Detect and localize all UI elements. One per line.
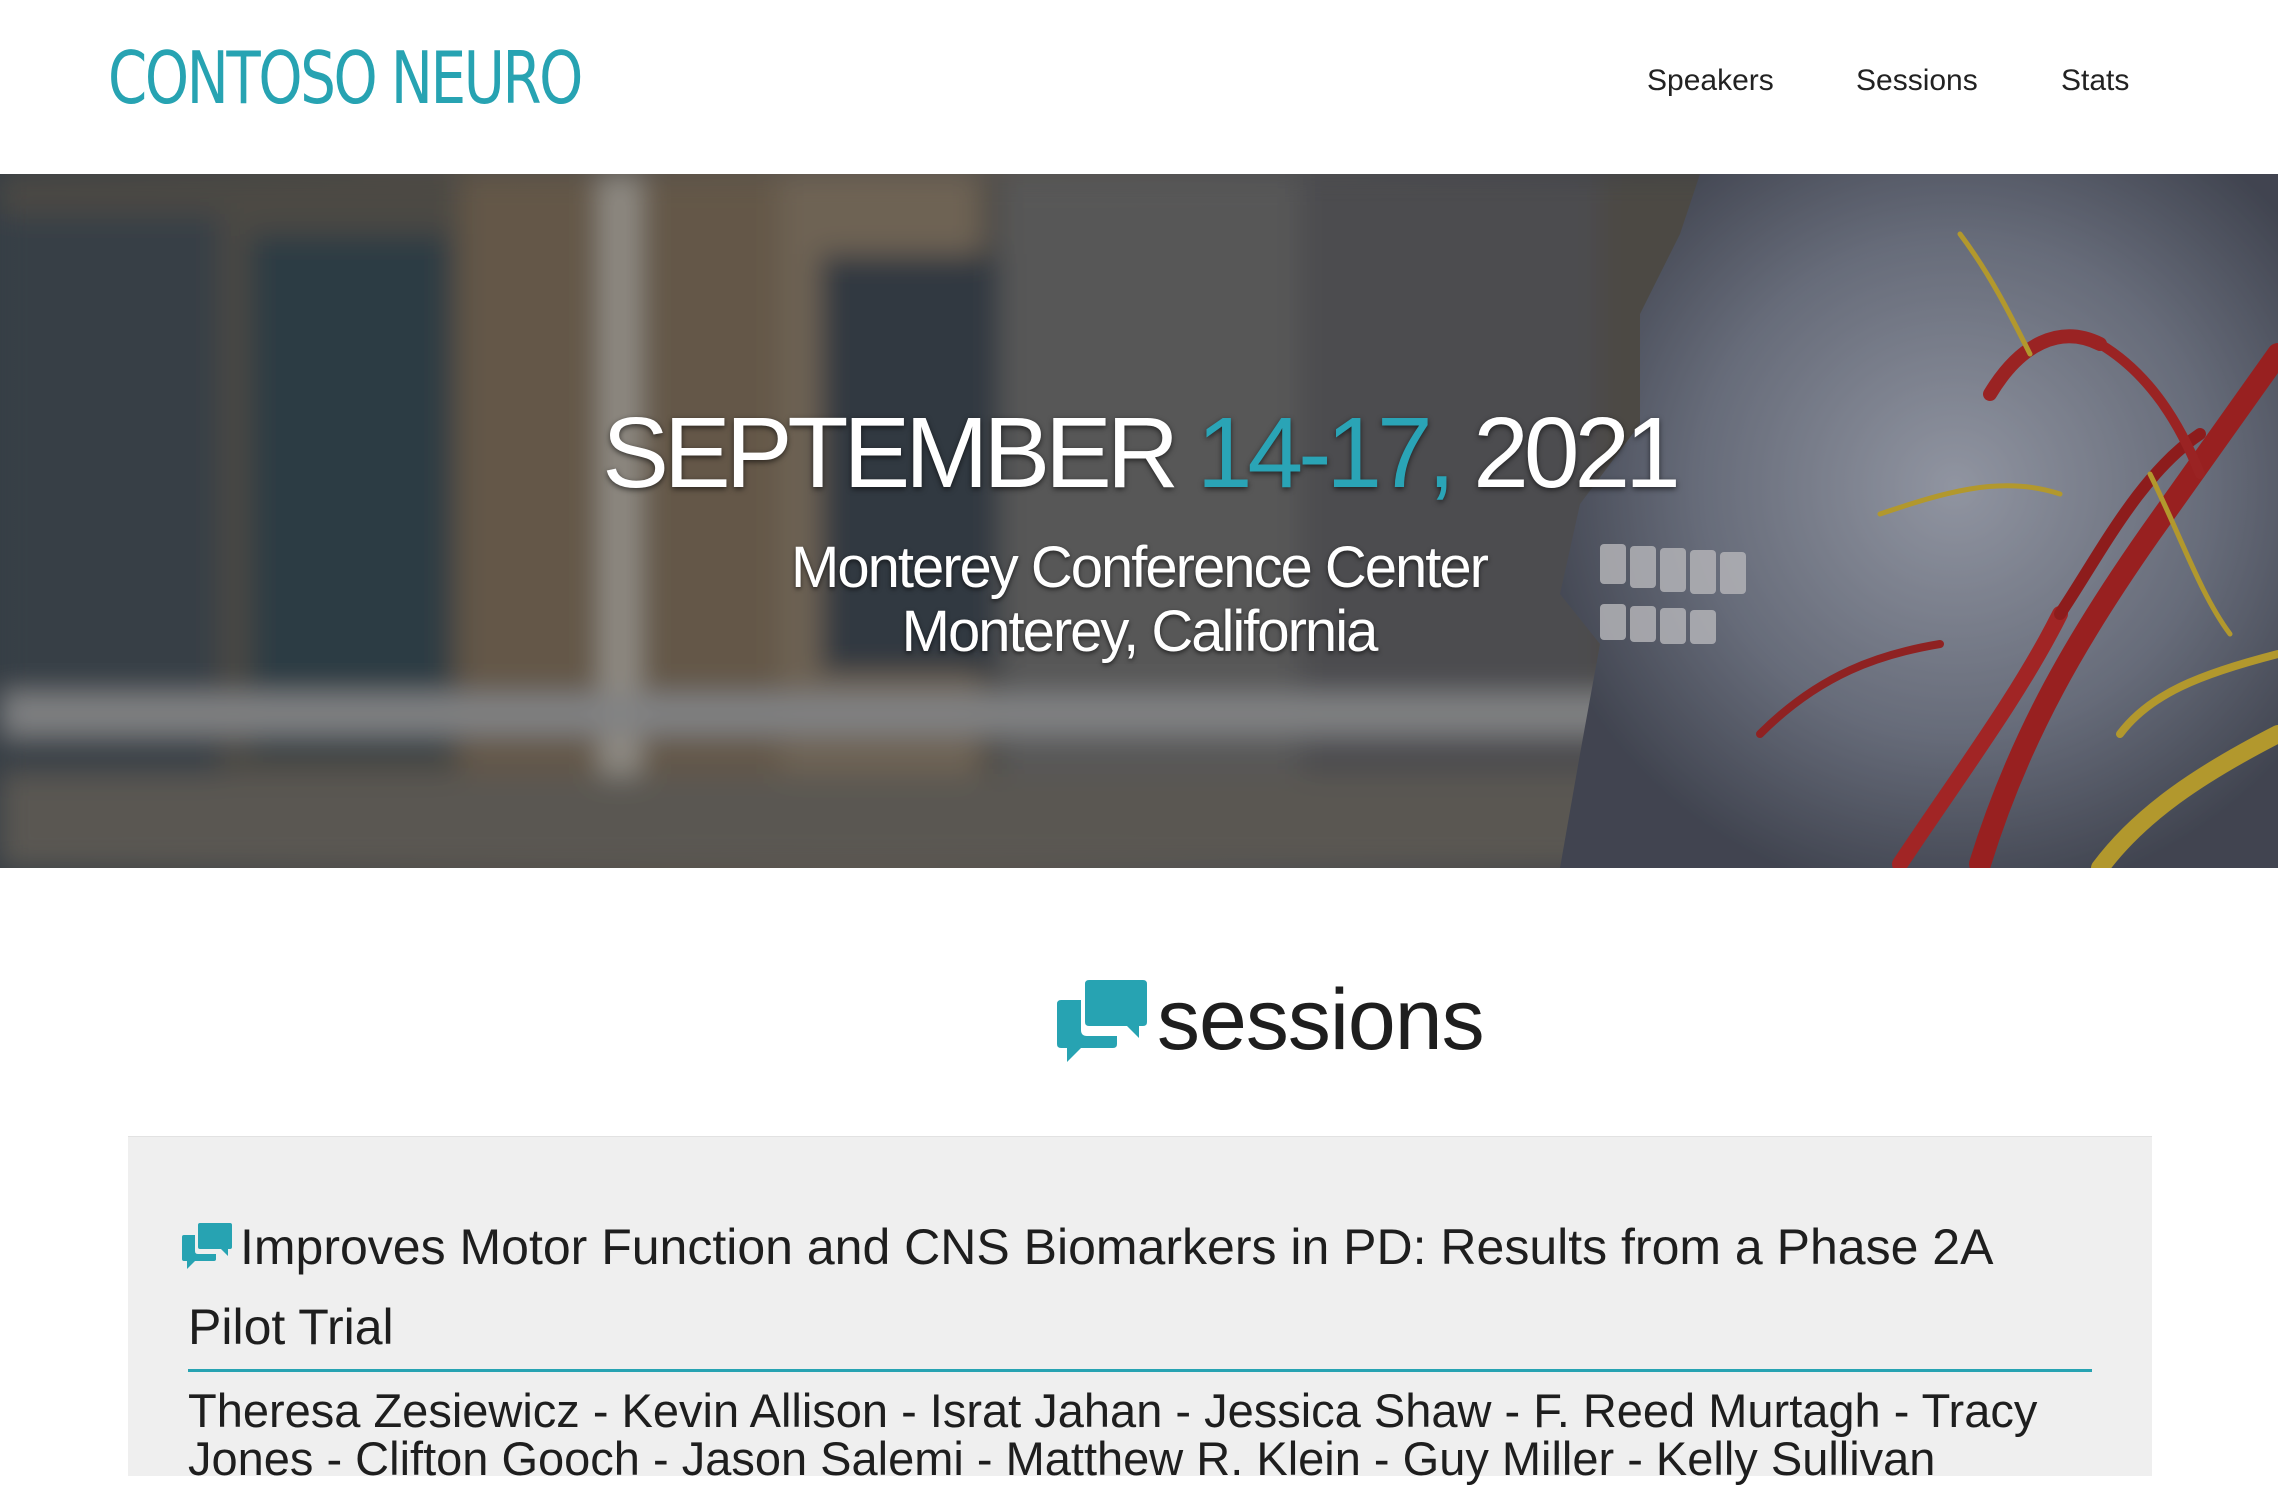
session-title-row: Improves Motor Function and CNS Biomarke… [182, 1207, 2092, 1372]
event-year: 2021 [1473, 397, 1680, 509]
event-month: SEPTEMBER [602, 397, 1179, 509]
nav-link-stats[interactable]: Stats [2061, 64, 2129, 98]
event-date: SEPTEMBER 14-17, 2021 [0, 396, 2278, 511]
speech-bubbles-icon [1057, 980, 1147, 1062]
event-venue: Monterey Conference Center Monterey, Cal… [0, 536, 2278, 664]
sessions-title: sessions [1157, 971, 1485, 1068]
speech-bubbles-icon[interactable] [180, 1220, 234, 1270]
venue-name: Monterey Conference Center [791, 535, 1489, 600]
session-title-link[interactable]: Improves Motor Function and CNS Biomarke… [188, 1219, 1991, 1355]
hero-dim-overlay [0, 174, 2278, 868]
nav-link-sessions[interactable]: Sessions [1856, 64, 1978, 98]
venue-location: Monterey, California [901, 599, 1379, 664]
site-header: CONTOSO NEURO Speakers Sessions Stats [0, 0, 2278, 174]
nav-link-speakers[interactable]: Speakers [1647, 64, 1774, 98]
site-logo[interactable]: CONTOSO NEURO [108, 36, 583, 120]
hero-banner: SEPTEMBER 14-17, 2021 Monterey Conferenc… [0, 174, 2278, 868]
session-authors: Theresa Zesiewicz - Kevin Allison - Isra… [188, 1384, 2038, 1485]
session-card: Improves Motor Function and CNS Biomarke… [128, 1136, 2152, 1483]
event-days: 14-17, [1196, 397, 1456, 509]
sessions-heading: sessions [1055, 970, 1485, 1070]
